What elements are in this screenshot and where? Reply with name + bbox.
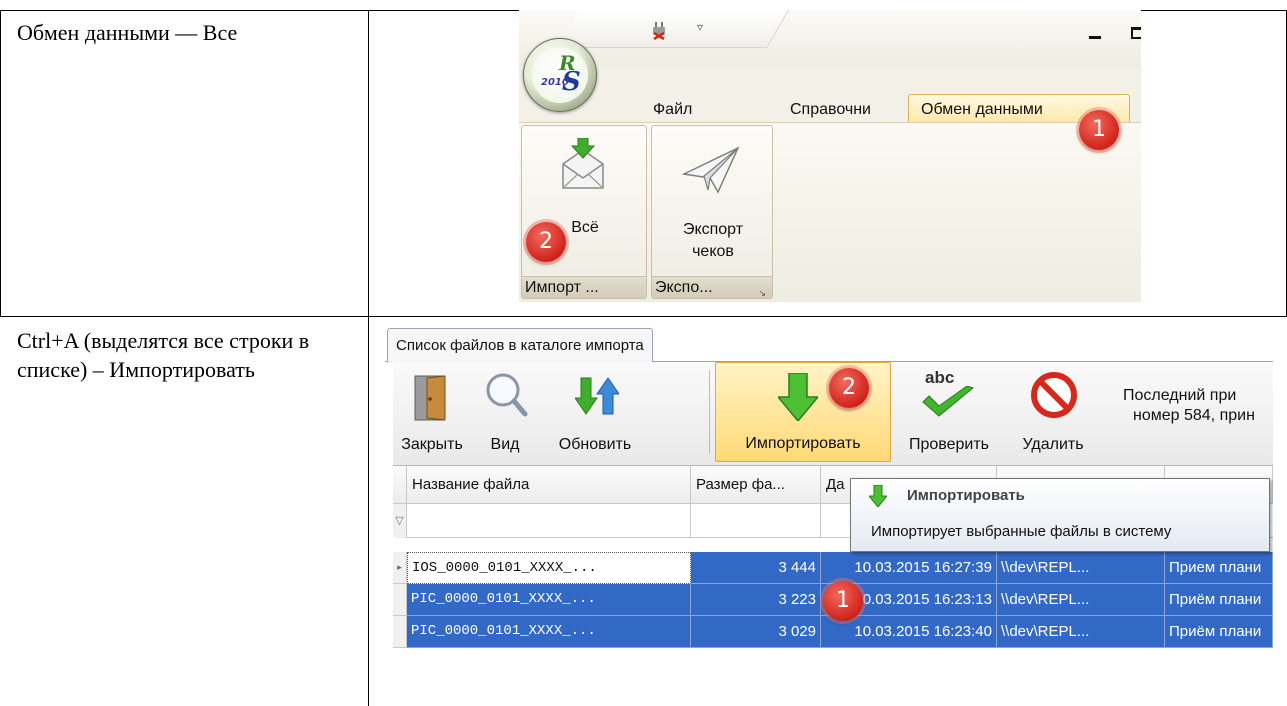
export-checks-button[interactable]: Экспорт чеков: [652, 126, 774, 276]
plugin-icon[interactable]: [651, 22, 667, 40]
envelope-download-icon: [562, 138, 604, 189]
checkmark-icon: [922, 386, 975, 417]
tab-import-files[interactable]: Список файлов в каталоге импорта: [387, 328, 653, 363]
cell-file-name[interactable]: PIC_0000_0101_XXXX_...: [407, 616, 691, 648]
cell-file-size[interactable]: 3 223: [691, 584, 821, 616]
last-info-line1: Последний при: [1123, 387, 1237, 404]
check-button[interactable]: abc Проверить: [899, 362, 999, 462]
row2-caption: Ctrl+A (выделятся все строки в списке) –…: [17, 328, 310, 382]
table-row[interactable]: PIC_0000_0101_XXXX_... 3 029 10.03.2015 …: [393, 616, 1273, 648]
group-export: Экспорт чеков Экспо... ↘: [651, 125, 773, 299]
table-column-divider: [368, 10, 369, 706]
check-label: Проверить: [908, 436, 989, 453]
callout-badge-1: 1: [1079, 110, 1119, 150]
abc-text: abc: [925, 368, 955, 387]
view-label: Вид: [490, 436, 520, 453]
tooltip-title: Импортировать: [907, 487, 1025, 504]
cell-file-name[interactable]: IOS_0000_0101_XXXX_...: [407, 552, 691, 584]
cell-desc[interactable]: Прием плани: [1165, 552, 1273, 584]
ribbon-body: Всё Импорт ... Экспорт чеков Экспо... ↘: [519, 122, 1141, 302]
column-header-name[interactable]: Название файла: [407, 466, 691, 504]
export-label-line1: Экспорт: [682, 221, 744, 238]
corner-header: [393, 466, 407, 504]
group-import: Всё Импорт ...: [521, 125, 647, 299]
table-border-left: [0, 10, 1, 316]
delete-label: Удалить: [1022, 436, 1084, 453]
magnifier-icon: [486, 373, 528, 417]
tooltip-download-icon: [869, 485, 887, 507]
file-list-screenshot: Список файлов в каталоге импорта Закрыть…: [385, 324, 1273, 670]
cell-file-name[interactable]: PIC_0000_0101_XXXX_...: [407, 584, 691, 616]
import-label: Импортировать: [745, 435, 861, 452]
filter-cell-size[interactable]: [691, 504, 821, 538]
column-header-size[interactable]: Размер фа...: [691, 466, 821, 504]
download-arrow-icon: [778, 373, 818, 421]
row-header: [393, 616, 407, 648]
close-button[interactable]: Закрыть: [397, 362, 467, 462]
dialog-launcher-icon[interactable]: ↘: [758, 282, 766, 298]
callout-badge-1: 1: [823, 581, 863, 621]
delete-button[interactable]: Удалить: [1005, 362, 1101, 462]
cell-path[interactable]: \\dev\REPL...: [997, 584, 1165, 616]
row1-caption: Обмен данными — Все: [17, 20, 238, 45]
row-header: [393, 584, 407, 616]
callout-badge-2: 2: [526, 222, 566, 262]
minimize-icon[interactable]: [1089, 36, 1101, 39]
door-icon: [414, 375, 446, 421]
toolbar-separator: [709, 370, 710, 454]
cell-desc[interactable]: Приём плани: [1165, 616, 1273, 648]
group-import-footer: Импорт ...: [522, 276, 646, 298]
ribbon-tabs: Файл Справочни Обмен данными: [519, 94, 1141, 124]
import-tooltip: Импортировать Импортирует выбранные файл…: [850, 478, 1270, 552]
filter-cell-name[interactable]: [407, 504, 691, 538]
no-entry-icon: [1031, 372, 1077, 418]
group-export-footer: Экспо... ↘: [652, 276, 772, 298]
cell-date[interactable]: 10.03.2015 16:23:40: [821, 616, 997, 648]
last-received-info: Последний при номер 584, прин: [1123, 386, 1255, 426]
cell-path[interactable]: \\dev\REPL...: [997, 552, 1165, 584]
cell-date[interactable]: 10.03.2015 16:27:39: [821, 552, 997, 584]
refresh-label: Обновить: [558, 436, 632, 453]
export-label-line2: чеков: [692, 243, 734, 260]
current-row-indicator: ▸: [393, 552, 407, 584]
refresh-arrows-icon: [575, 377, 619, 415]
cell-desc[interactable]: Приём плани: [1165, 584, 1273, 616]
filter-icon[interactable]: ▽: [393, 504, 407, 538]
cell-path[interactable]: \\dev\REPL...: [997, 616, 1165, 648]
view-button[interactable]: Вид: [473, 362, 537, 462]
cell-file-size[interactable]: 3 444: [691, 552, 821, 584]
ribbon-screenshot: ▿ R S 2010 Файл Справочни Обмен данными …: [519, 10, 1141, 302]
table-row[interactable]: ▸ IOS_0000_0101_XXXX_... 3 444 10.03.201…: [393, 552, 1273, 584]
quick-access-toolbar: [557, 10, 789, 48]
close-label: Закрыть: [401, 436, 463, 453]
refresh-button[interactable]: Обновить: [543, 362, 647, 462]
tooltip-body: Импортирует выбранные файлы в систему: [871, 523, 1172, 540]
maximize-icon[interactable]: [1131, 27, 1141, 39]
cell-file-size[interactable]: 3 029: [691, 616, 821, 648]
tab-references[interactable]: Справочни: [790, 96, 880, 124]
qat-dropdown-icon[interactable]: ▿: [697, 20, 703, 34]
table-row-divider: [0, 316, 1287, 317]
callout-badge-2: 2: [829, 368, 869, 408]
last-info-line2: номер 584, прин: [1133, 407, 1255, 424]
paper-plane-icon: [682, 146, 740, 194]
tab-file[interactable]: Файл: [653, 96, 692, 124]
logo-year: 2010: [541, 77, 569, 88]
tab-strip: Список файлов в каталоге импорта: [385, 324, 1273, 363]
group-export-footer-label: Экспо...: [655, 279, 713, 296]
